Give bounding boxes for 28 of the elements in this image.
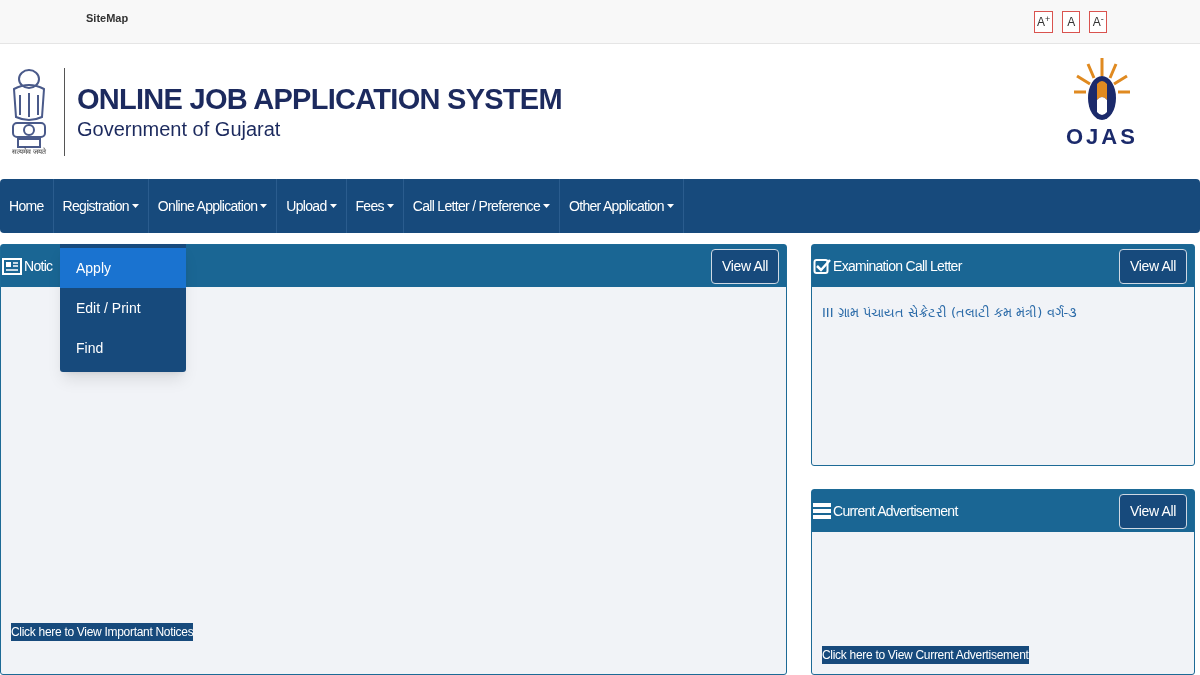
dropdown-item[interactable]: Find [60,328,186,368]
dropdown-item[interactable]: Edit / Print [60,288,186,328]
font-size-button[interactable]: A$^{-}$ [1089,11,1108,33]
font-size-button[interactable]: A [1062,11,1081,33]
view-all-button[interactable]: View All [711,248,779,284]
nav-item[interactable]: Home [0,179,54,233]
nav-item[interactable]: Registration [53,179,149,233]
server-icon [813,502,831,520]
view-all-button[interactable]: View All [1119,248,1187,284]
nav-item[interactable]: Upload [277,179,347,233]
sitemap-link[interactable]: SiteMap [86,10,129,27]
panel-title: Examination Call Letter [833,256,962,276]
panel-title: Notic [24,256,53,276]
nav-item[interactable]: Other Application [560,179,684,233]
view-all-button[interactable]: View All [1119,493,1187,529]
view-link[interactable]: Click here to View Current Advertisement [822,646,1029,664]
font-size-button[interactable]: A$^{+}$ [1034,11,1054,33]
nav-item[interactable]: Online Application [148,179,278,233]
call-letter-link[interactable]: III ગ્રામ પંચાયત સેક્રેટરી (તલાટી કમ મંત્રી) વર્ગ-૩ [822,303,1184,323]
panel-title: Current Advertisement [833,501,958,521]
dropdown-item[interactable]: Apply [60,248,186,288]
site-title: ONLINE JOB APPLICATION SYSTEM [77,81,562,117]
nav-item[interactable]: Call Letter / Preference [403,179,560,233]
site-subtitle: Government of Gujarat [77,117,282,143]
logo-text: OJAS [1066,126,1138,148]
checkbox-icon [813,257,831,275]
newspaper-icon [2,257,22,275]
nav-item[interactable]: Fees [346,179,404,233]
